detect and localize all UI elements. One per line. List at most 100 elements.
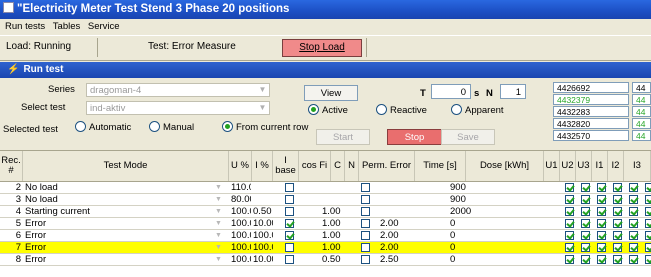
checkbox[interactable]	[361, 207, 370, 216]
table-row[interactable]: 7Error▼ 100.00100.00 1.00 2.00 0	[0, 242, 651, 254]
column-header[interactable]: U1	[544, 151, 560, 181]
radio-automatic[interactable]: Automatic	[75, 121, 131, 133]
checkbox[interactable]	[629, 255, 638, 264]
checkbox[interactable]	[285, 231, 294, 240]
table-cell[interactable]: 2.00	[378, 242, 434, 253]
table-cell[interactable]: 100.00	[229, 206, 252, 217]
stop-load-button[interactable]: Stop Load	[282, 39, 362, 57]
table-cell[interactable]	[378, 182, 434, 193]
chevron-down-icon[interactable]: ▼	[213, 182, 224, 193]
checkbox[interactable]	[581, 243, 590, 252]
table-cell[interactable]: Error	[23, 218, 218, 229]
table-cell[interactable]: Error	[23, 254, 218, 265]
meter-serial[interactable]: 44	[632, 82, 651, 93]
meter-serial[interactable]: 4432379	[553, 94, 629, 105]
column-header[interactable]: I1	[592, 151, 608, 181]
checkbox[interactable]	[645, 207, 651, 216]
checkbox[interactable]	[629, 207, 638, 216]
table-cell[interactable]: 900	[448, 182, 494, 193]
table-cell[interactable]: No load	[23, 194, 218, 205]
table-cell[interactable]: 0.50	[251, 206, 273, 217]
checkbox[interactable]	[565, 183, 574, 192]
checkbox[interactable]	[613, 243, 622, 252]
column-header[interactable]: I base	[273, 151, 299, 181]
table-cell[interactable]: 0	[448, 242, 494, 253]
checkbox[interactable]	[597, 255, 606, 264]
checkbox[interactable]	[565, 243, 574, 252]
column-header[interactable]: Dose [kWh]	[466, 151, 544, 181]
table-cell[interactable]: 0	[448, 230, 494, 241]
column-header[interactable]: C	[331, 151, 345, 181]
table-cell[interactable]: 0	[448, 254, 494, 265]
menu-run-tests[interactable]: Run tests	[5, 21, 45, 32]
checkbox[interactable]	[613, 231, 622, 240]
start-button[interactable]: Start	[316, 129, 370, 145]
table-cell[interactable]: 10.00	[251, 254, 273, 265]
checkbox[interactable]	[565, 207, 574, 216]
meter-serial[interactable]: 44	[632, 130, 651, 141]
table-cell[interactable]: 100.00	[251, 230, 273, 241]
menu-tables[interactable]: Tables	[53, 21, 80, 32]
checkbox[interactable]	[285, 207, 294, 216]
chevron-down-icon[interactable]: ▼	[213, 218, 224, 229]
series-select[interactable]: dragoman-4 ▼	[86, 83, 270, 97]
checkbox[interactable]	[565, 219, 574, 228]
checkbox[interactable]	[285, 219, 294, 228]
meter-serial[interactable]: 4432283	[553, 106, 629, 117]
table-cell[interactable]: 3	[0, 194, 23, 205]
table-row[interactable]: 3No load▼ 80.00 900	[0, 194, 651, 206]
checkbox[interactable]	[581, 183, 590, 192]
table-cell[interactable]: 1.00	[320, 206, 356, 217]
table-cell[interactable]: 2.00	[378, 218, 434, 229]
meter-serial[interactable]: 4432570	[553, 130, 629, 141]
table-cell[interactable]	[251, 182, 273, 193]
table-cell[interactable]	[378, 194, 434, 205]
checkbox[interactable]	[565, 195, 574, 204]
meter-serial[interactable]: 4426692	[553, 82, 629, 93]
table-cell[interactable]: 1.00	[320, 242, 356, 253]
table-row[interactable]: 4Starting current▼ 100.000.50 1.00 2000	[0, 206, 651, 218]
checkbox[interactable]	[565, 255, 574, 264]
table-cell[interactable]: Error	[23, 242, 218, 253]
checkbox[interactable]	[613, 195, 622, 204]
chevron-down-icon[interactable]: ▼	[213, 206, 224, 217]
save-button[interactable]: Save	[441, 129, 495, 145]
column-header[interactable]: cos Fi	[299, 151, 331, 181]
column-header[interactable]: U %	[229, 151, 252, 181]
chevron-down-icon[interactable]: ▼	[256, 102, 269, 114]
checkbox[interactable]	[645, 255, 651, 264]
table-row[interactable]: 8Error▼ 100.0010.00 0.50 2.50 0	[0, 254, 651, 266]
checkbox[interactable]	[613, 255, 622, 264]
checkbox[interactable]	[361, 183, 370, 192]
checkbox[interactable]	[581, 219, 590, 228]
chevron-down-icon[interactable]: ▼	[213, 254, 224, 265]
table-cell[interactable]: 1.00	[320, 218, 356, 229]
menu-service[interactable]: Service	[88, 21, 120, 32]
checkbox[interactable]	[613, 207, 622, 216]
table-cell[interactable]: 100.00	[229, 218, 252, 229]
checkbox[interactable]	[645, 183, 651, 192]
checkbox[interactable]	[645, 195, 651, 204]
checkbox[interactable]	[565, 231, 574, 240]
column-header[interactable]: Time [s]	[415, 151, 466, 181]
column-header[interactable]: I2	[608, 151, 624, 181]
table-cell[interactable]: 0.50	[320, 254, 356, 265]
table-cell[interactable]: 2000	[448, 206, 494, 217]
chevron-down-icon[interactable]: ▼	[213, 194, 224, 205]
table-cell[interactable]: 100.00	[229, 242, 252, 253]
meter-serial[interactable]: 44	[632, 106, 651, 117]
checkbox[interactable]	[645, 231, 651, 240]
table-cell[interactable]: Error	[23, 230, 218, 241]
table-cell[interactable]: 900	[448, 194, 494, 205]
table-row[interactable]: 6Error▼ 100.00100.00 1.00 2.00 0	[0, 230, 651, 242]
table-cell[interactable]: 100.00	[251, 242, 273, 253]
column-header[interactable]: Test Mode	[23, 151, 229, 181]
stop-button[interactable]: Stop	[387, 129, 442, 145]
checkbox[interactable]	[629, 183, 638, 192]
checkbox[interactable]	[361, 255, 370, 264]
column-header[interactable]: Rec. #	[0, 151, 23, 181]
table-cell[interactable]: 2.00	[378, 230, 434, 241]
checkbox[interactable]	[581, 195, 590, 204]
t-input[interactable]: 0	[431, 84, 471, 99]
checkbox[interactable]	[613, 219, 622, 228]
